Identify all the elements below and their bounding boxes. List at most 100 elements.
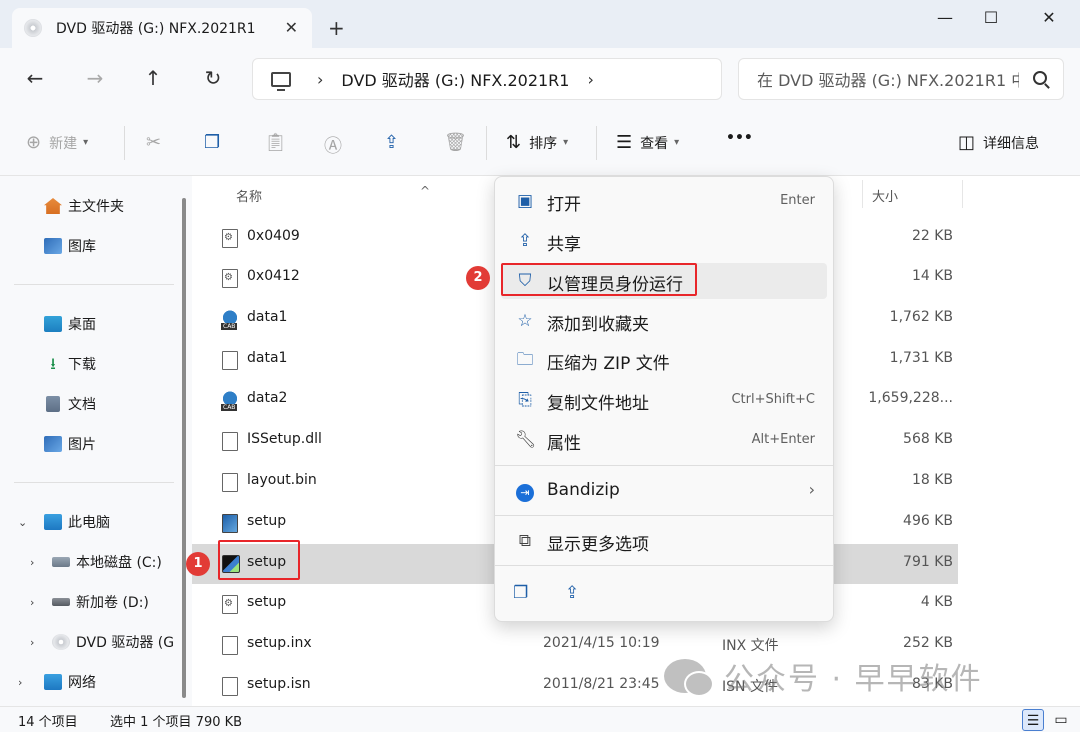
details-pane-button[interactable]: ◫ 详细信息 — [958, 132, 1039, 153]
file-size: 14 KB — [911, 268, 953, 284]
maximize-button[interactable]: ☐ — [968, 8, 1014, 27]
search-input[interactable]: 在 DVD 驱动器 (G:) NFX.2021R1 中搜索 — [757, 67, 1019, 91]
watermark-text: 公众号 · 早早软件 — [724, 662, 983, 697]
details-view-button[interactable]: ☰ — [1022, 709, 1044, 731]
close-button[interactable]: ✕ — [1026, 8, 1072, 27]
file-size: 22 KB — [911, 228, 953, 244]
chevron-down-icon: ▾ — [563, 137, 569, 148]
chevron-right-icon[interactable]: › — [18, 676, 22, 689]
sidebar-scrollbar[interactable] — [182, 198, 186, 698]
view-list-icon: ☰ — [616, 132, 633, 153]
chevron-right-icon[interactable]: › — [587, 70, 593, 89]
more-options-button[interactable]: ••• — [726, 130, 753, 146]
item-count: 14 个项目 — [18, 715, 78, 730]
share-button[interactable]: ⇪ — [384, 132, 407, 153]
forward-button[interactable]: → — [80, 66, 110, 90]
column-header-size[interactable]: 大小 — [872, 186, 898, 205]
navigation-pane: 主文件夹 图库 桌面 📌︎ ⭳ 下载 📌︎ 文档 📌︎ 图片 📌︎ ⌄ 此电脑 … — [0, 176, 250, 706]
address-path[interactable]: DVD 驱动器 (G:) NFX.2021R1 — [341, 67, 569, 91]
chevron-right-icon[interactable]: › — [317, 70, 323, 89]
file-name: data1 — [247, 350, 288, 366]
tab-dvd-drive[interactable]: DVD 驱动器 (G:) NFX.2021R1 ✕ — [12, 8, 312, 48]
file-name: setup — [247, 594, 287, 610]
file-name: layout.bin — [247, 472, 317, 488]
file-size: 4 KB — [920, 594, 953, 610]
column-divider[interactable] — [862, 180, 863, 208]
home-icon — [44, 198, 62, 214]
sidebar-item-drive-g[interactable]: › DVD 驱动器 (G — [30, 626, 176, 658]
new-tab-button[interactable]: + — [328, 18, 345, 38]
chevron-right-icon[interactable]: › — [30, 596, 34, 609]
menu-item-label: 属性 — [547, 434, 581, 454]
tab-close-icon[interactable]: ✕ — [285, 18, 298, 37]
menu-item-share[interactable]: ⇪ 共享 — [501, 223, 827, 259]
menu-item-compress-zip[interactable]: 🗀︎ 压缩为 ZIP 文件 — [501, 342, 827, 378]
menu-item-label: 共享 — [547, 235, 581, 255]
file-name: setup.isn — [247, 676, 311, 692]
menu-item-copy-path[interactable]: ⎘ 复制文件地址 Ctrl+Shift+C — [501, 382, 827, 418]
computer-icon — [271, 71, 291, 91]
column-header-name[interactable]: 名称 ^ — [236, 184, 430, 205]
menu-item-more-options[interactable]: ⧉ 显示更多选项 — [501, 523, 827, 559]
menu-item-bandizip[interactable]: ⇥ Bandizip › — [501, 473, 827, 509]
file-size: 18 KB — [911, 472, 953, 488]
sidebar-item-label: 文档 — [68, 397, 96, 413]
sidebar-item-drive-c[interactable]: › 本地磁盘 (C:) — [30, 546, 206, 578]
sidebar-item-label: 下载 — [68, 357, 96, 373]
menu-divider — [495, 465, 833, 466]
sidebar-item-this-pc[interactable]: ⌄ 此电脑 — [18, 506, 194, 538]
share-icon[interactable]: ⇪ — [565, 583, 579, 603]
address-bar[interactable]: › DVD 驱动器 (G:) NFX.2021R1 › — [252, 58, 722, 100]
search-box[interactable]: 在 DVD 驱动器 (G:) NFX.2021R1 中搜索 — [738, 58, 1064, 100]
file-size: 568 KB — [903, 431, 953, 447]
minimize-button[interactable]: — — [922, 8, 968, 27]
details-pane-icon: ◫ — [958, 132, 976, 153]
blank-file-icon — [222, 473, 238, 492]
document-icon — [46, 396, 60, 412]
network-icon — [44, 674, 62, 690]
refresh-button[interactable]: ↻ — [198, 66, 228, 90]
file-date: 2011/8/21 23:45 — [543, 676, 660, 692]
bandizip-icon: ⇥ — [515, 481, 535, 502]
menu-item-properties[interactable]: 🔧︎ 属性 Alt+Enter — [501, 422, 827, 458]
cut-button[interactable]: ✂ — [146, 132, 169, 153]
share-icon: ⇪ — [517, 231, 533, 251]
new-button[interactable]: ⊕ 新建 ▾ — [26, 132, 88, 153]
back-button[interactable]: ← — [20, 66, 50, 90]
trash-icon: 🗑︎ — [444, 132, 467, 153]
copy-button[interactable]: ❐ — [204, 132, 228, 153]
sidebar-item-label: 桌面 — [68, 317, 96, 333]
details-label: 详细信息 — [983, 135, 1040, 152]
sidebar-item-label: 此电脑 — [68, 515, 110, 531]
toolbar-divider — [486, 126, 487, 160]
menu-item-label: 复制文件地址 — [547, 394, 649, 414]
sort-button[interactable]: ⇅ 排序 ▾ — [506, 132, 568, 153]
sidebar-item-drive-d[interactable]: › 新加卷 (D:) — [30, 586, 206, 618]
chevron-down-icon: ▾ — [674, 137, 680, 148]
chevron-right-icon[interactable]: › — [30, 556, 34, 569]
chevron-right-icon[interactable]: › — [30, 636, 34, 649]
blank-file-icon — [222, 351, 238, 370]
search-icon[interactable] — [1033, 71, 1047, 85]
column-divider[interactable] — [962, 180, 963, 208]
selection-info: 选中 1 个项目 790 KB — [110, 715, 243, 730]
blank-file-icon — [222, 636, 238, 655]
tiles-view-button[interactable]: ▭ — [1050, 709, 1072, 731]
copy-icon[interactable]: ❐ — [513, 583, 528, 603]
up-button[interactable]: ↑ — [138, 66, 168, 90]
chevron-down-icon[interactable]: ⌄ — [18, 516, 27, 529]
menu-item-open[interactable]: ▣ 打开 Enter — [501, 183, 827, 219]
blank-file-icon — [222, 677, 238, 696]
sidebar-item-network[interactable]: › 网络 — [18, 666, 194, 698]
rename-button[interactable]: Ⓐ — [324, 132, 350, 158]
open-window-icon: ▣ — [516, 191, 534, 211]
delete-button[interactable]: 🗑︎ — [444, 132, 475, 153]
step-marker-2: 2 — [466, 266, 490, 290]
toolbar-divider — [124, 126, 125, 160]
paste-button[interactable]: 📋︎ — [264, 132, 295, 153]
view-button[interactable]: ☰ 查看 ▾ — [616, 132, 679, 153]
menu-item-add-favorites[interactable]: ☆ 添加到收藏夹 — [501, 303, 827, 339]
zip-folder-icon: 🗀︎ — [516, 350, 534, 370]
toolbar-divider — [596, 126, 597, 160]
sidebar-item-label: 网络 — [68, 675, 96, 691]
